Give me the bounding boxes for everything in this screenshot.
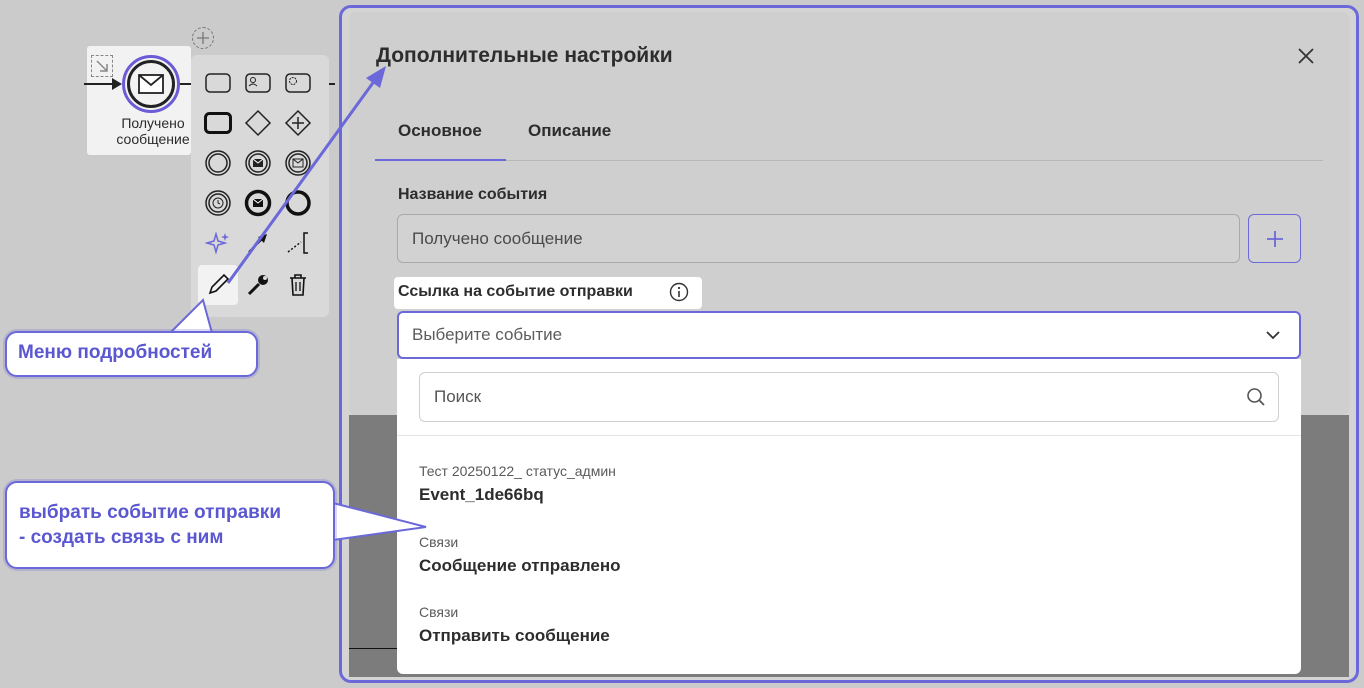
callout-text: Меню подробностей <box>18 342 213 363</box>
callout-choose-event: выбрать событие отправки - создать связь… <box>5 481 335 569</box>
callout-tail <box>167 298 214 334</box>
callout-details-menu: Меню подробностей <box>5 331 258 377</box>
pointer-arrow-line <box>226 79 377 284</box>
callout-tail <box>332 501 427 542</box>
callout-text-line: - создать связь с ним <box>19 527 224 548</box>
pointer-arrowhead <box>366 66 386 88</box>
callout-text-line: выбрать событие отправки <box>19 502 282 523</box>
